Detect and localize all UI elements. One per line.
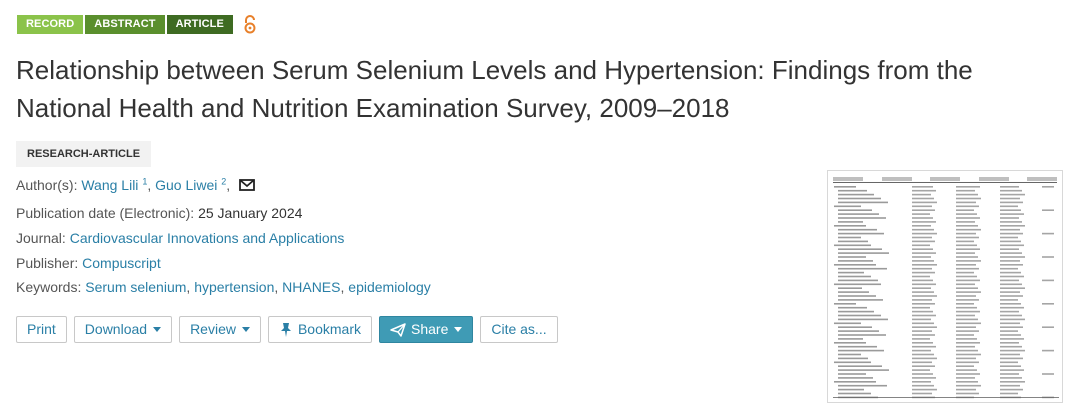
badge-abstract[interactable]: ABSTRACT <box>85 15 165 34</box>
chevron-down-icon <box>241 327 250 332</box>
publisher-label: Publisher: <box>16 255 79 271</box>
chevron-down-icon <box>153 327 162 332</box>
cite-as-button[interactable]: Cite as... <box>480 316 558 343</box>
print-button[interactable]: Print <box>16 316 67 343</box>
keywords-label: Keywords: <box>16 279 82 295</box>
page-title: Relationship between Serum Selenium Leve… <box>16 55 973 123</box>
journal-link[interactable]: Cardiovascular Innovations and Applicati… <box>70 230 345 246</box>
thumbnail-table-rows <box>833 186 1059 399</box>
publication-date-value: 25 January 2024 <box>198 205 303 221</box>
authors-label: Author(s): <box>16 177 78 193</box>
keywords-line: Keywords: Serum selenium, hypertension, … <box>16 279 431 295</box>
thumbnail-header <box>833 175 1057 183</box>
badge-article[interactable]: ARTICLE <box>166 15 233 34</box>
article-toolbar: Print Download Review Bookmark Share Cit… <box>16 316 565 343</box>
publisher-link[interactable]: Compuscript <box>82 255 161 271</box>
journal-label: Journal: <box>16 230 66 246</box>
bookmark-pin-icon <box>280 322 291 337</box>
share-button[interactable]: Share <box>379 316 474 343</box>
keyword-link[interactable]: Serum selenium <box>85 279 186 295</box>
publication-date-line: Publication date (Electronic): 25 Januar… <box>16 205 302 221</box>
keyword-link[interactable]: epidemiology <box>348 279 431 295</box>
table-thumbnail-image[interactable] <box>827 170 1063 403</box>
keyword-link[interactable]: NHANES <box>282 279 340 295</box>
paper-plane-icon <box>390 322 406 337</box>
publisher-line: Publisher: Compuscript <box>16 255 161 271</box>
record-badges: RECORD ABSTRACT ARTICLE <box>17 15 257 34</box>
author-link-2[interactable]: Guo Liwei 2 <box>155 177 226 193</box>
open-access-lock-icon <box>244 15 256 34</box>
authors-line: Author(s): Wang Lili 1, Guo Liwei 2, <box>16 177 255 193</box>
author-link-1[interactable]: Wang Lili 1 <box>81 177 147 193</box>
review-button[interactable]: Review <box>179 316 261 343</box>
keyword-link[interactable]: hypertension <box>194 279 274 295</box>
bookmark-button[interactable]: Bookmark <box>267 316 372 343</box>
envelope-icon[interactable] <box>239 179 255 191</box>
publication-date-label: Publication date (Electronic): <box>16 205 195 221</box>
article-type-tag: RESEARCH-ARTICLE <box>16 141 152 167</box>
download-button[interactable]: Download <box>73 316 173 343</box>
badge-record[interactable]: RECORD <box>17 15 84 34</box>
journal-line: Journal: Cardiovascular Innovations and … <box>16 230 344 246</box>
chevron-down-icon <box>454 327 463 332</box>
